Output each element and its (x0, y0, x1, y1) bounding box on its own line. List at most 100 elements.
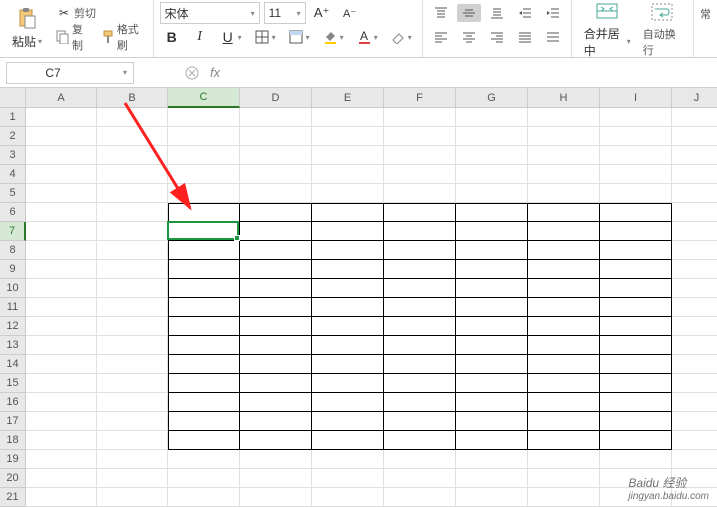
cell[interactable] (240, 184, 312, 203)
cell[interactable] (528, 203, 600, 222)
cell[interactable] (168, 469, 240, 488)
cell[interactable] (240, 203, 312, 222)
cell[interactable] (456, 165, 528, 184)
cell[interactable] (384, 241, 456, 260)
cell[interactable] (168, 108, 240, 127)
cell[interactable] (26, 260, 97, 279)
cell[interactable] (456, 336, 528, 355)
cell[interactable] (384, 184, 456, 203)
column-header[interactable]: J (672, 88, 717, 108)
cell[interactable] (672, 393, 717, 412)
cell[interactable] (384, 222, 456, 241)
clear-format-button[interactable]: ▾ (386, 28, 416, 46)
cell[interactable] (456, 412, 528, 431)
increase-font-button[interactable]: A⁺ (310, 4, 334, 22)
cell[interactable] (26, 488, 97, 507)
paste-button[interactable]: 粘贴▾ (6, 2, 48, 55)
cell[interactable] (312, 469, 384, 488)
cell[interactable] (26, 355, 97, 374)
row-header[interactable]: 3 (0, 146, 26, 165)
cell[interactable] (168, 203, 240, 222)
cell[interactable] (600, 127, 672, 146)
bold-button[interactable]: B (160, 28, 184, 46)
cell[interactable] (456, 450, 528, 469)
cell[interactable] (384, 108, 456, 127)
cell[interactable] (240, 146, 312, 165)
cell[interactable] (672, 203, 717, 222)
cell[interactable] (528, 184, 600, 203)
underline-button[interactable]: U▾ (216, 28, 246, 46)
cell[interactable] (26, 431, 97, 450)
cell[interactable] (528, 241, 600, 260)
cell[interactable] (97, 298, 168, 317)
row-header[interactable]: 19 (0, 450, 26, 469)
cell[interactable] (168, 260, 240, 279)
column-header[interactable]: E (312, 88, 384, 108)
cell[interactable] (240, 374, 312, 393)
cell[interactable] (600, 184, 672, 203)
cell[interactable] (168, 317, 240, 336)
cell[interactable] (672, 260, 717, 279)
column-header[interactable]: C (168, 88, 240, 108)
cell[interactable] (672, 127, 717, 146)
cell[interactable] (97, 165, 168, 184)
cell[interactable] (312, 336, 384, 355)
cell[interactable] (240, 412, 312, 431)
cell[interactable] (168, 241, 240, 260)
cell[interactable] (97, 355, 168, 374)
cell[interactable] (312, 260, 384, 279)
cell[interactable] (168, 393, 240, 412)
cell[interactable] (600, 279, 672, 298)
row-header[interactable]: 10 (0, 279, 26, 298)
cell[interactable] (97, 241, 168, 260)
cell[interactable] (384, 355, 456, 374)
cell[interactable] (672, 222, 717, 241)
cell[interactable] (26, 203, 97, 222)
cell[interactable] (600, 298, 672, 317)
fx-icon[interactable]: fx (210, 65, 220, 80)
cell[interactable] (672, 431, 717, 450)
row-header[interactable]: 13 (0, 336, 26, 355)
font-size-select[interactable]: 11▾ (264, 2, 306, 24)
font-color-button[interactable]: A▾ (352, 28, 382, 46)
cell[interactable] (672, 355, 717, 374)
cell[interactable] (672, 279, 717, 298)
align-left-button[interactable] (429, 28, 453, 46)
cell[interactable] (600, 260, 672, 279)
spreadsheet-grid[interactable]: ABCDEFGHIJ 12345678910111213141516171819… (0, 88, 717, 508)
cell[interactable] (672, 298, 717, 317)
align-justify-button[interactable] (513, 28, 537, 46)
cell[interactable] (528, 469, 600, 488)
merge-center-button[interactable]: 合并居中▾ (578, 0, 637, 61)
column-header[interactable]: D (240, 88, 312, 108)
cell[interactable] (26, 279, 97, 298)
cell[interactable] (600, 241, 672, 260)
cell[interactable] (672, 241, 717, 260)
wrap-text-button[interactable]: 自动换行 (637, 0, 687, 60)
cell[interactable] (600, 317, 672, 336)
font-name-select[interactable]: 宋体▾ (160, 2, 260, 24)
row-header[interactable]: 17 (0, 412, 26, 431)
cell[interactable] (168, 184, 240, 203)
cell[interactable] (600, 374, 672, 393)
cell[interactable] (97, 279, 168, 298)
cell[interactable] (168, 146, 240, 165)
cell[interactable] (384, 374, 456, 393)
cell[interactable] (672, 165, 717, 184)
cell[interactable] (26, 336, 97, 355)
cell[interactable] (528, 146, 600, 165)
row-header[interactable]: 6 (0, 203, 26, 222)
cell[interactable] (97, 431, 168, 450)
cell[interactable] (528, 488, 600, 507)
cell[interactable] (600, 222, 672, 241)
cell[interactable] (528, 412, 600, 431)
cell[interactable] (312, 355, 384, 374)
cell[interactable] (26, 222, 97, 241)
cell[interactable] (97, 450, 168, 469)
cell[interactable] (240, 298, 312, 317)
cell[interactable] (168, 127, 240, 146)
format-painter-button[interactable]: 格式刷 (97, 20, 147, 54)
cell[interactable] (528, 222, 600, 241)
cell[interactable] (672, 374, 717, 393)
cell[interactable] (456, 374, 528, 393)
